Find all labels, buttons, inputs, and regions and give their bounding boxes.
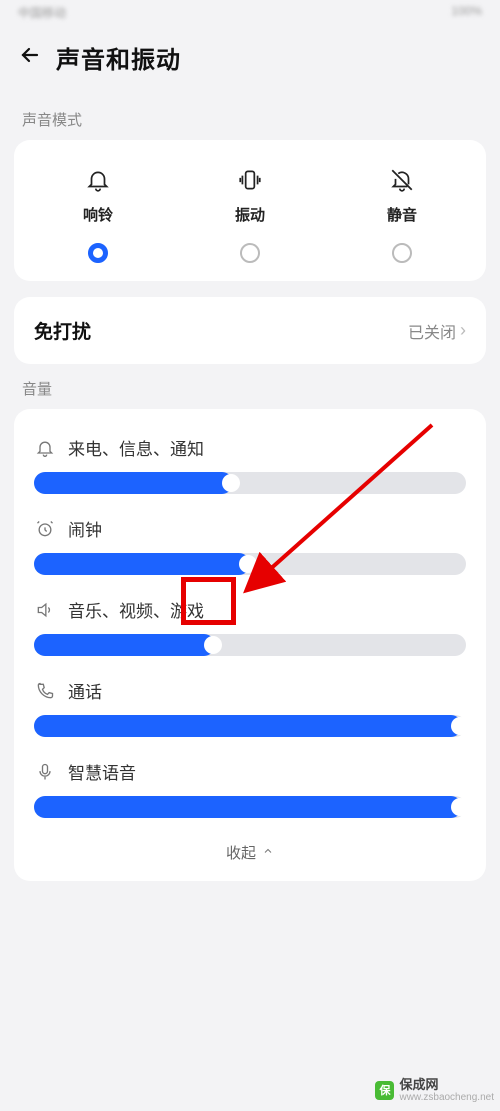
radio-vibrate[interactable] <box>240 243 260 263</box>
volume-label-call: 通话 <box>68 678 102 703</box>
slider-ringtone[interactable] <box>34 472 466 494</box>
volume-row-ringtone: 来电、信息、通知 <box>34 417 466 498</box>
status-right: 100% <box>451 4 482 24</box>
watermark-url: www.zsbaocheng.net <box>399 1092 494 1103</box>
mode-item-vibrate[interactable]: 振动 <box>174 166 326 263</box>
slider-voice[interactable] <box>34 796 466 818</box>
watermark: 保 保成网 www.zsbaocheng.net <box>375 1078 494 1103</box>
mode-item-ring[interactable]: 响铃 <box>22 166 174 263</box>
mode-label-mute: 静音 <box>387 204 417 225</box>
dnd-title: 免打扰 <box>34 317 91 344</box>
volume-row-voice: 智慧语音 <box>34 741 466 822</box>
dnd-status: 已关闭 <box>408 319 456 343</box>
mode-label-vibrate: 振动 <box>235 204 265 225</box>
page-title: 声音和振动 <box>56 40 181 75</box>
radio-ring[interactable] <box>88 243 108 263</box>
watermark-brand: 保成网 <box>399 1078 494 1092</box>
annotation-highlight-box <box>181 577 236 625</box>
bell-outline-icon <box>34 438 56 458</box>
watermark-badge-icon: 保 <box>375 1081 394 1100</box>
status-bar: 中国移动 100% <box>0 0 500 28</box>
volume-card: 来电、信息、通知 闹钟 音乐、视频、游戏 <box>14 409 486 881</box>
back-icon[interactable] <box>18 43 42 72</box>
mic-icon <box>34 762 56 782</box>
slider-media[interactable] <box>34 634 466 656</box>
volume-row-call: 通话 <box>34 660 466 741</box>
volume-section-label: 音量 <box>0 364 500 409</box>
collapse-label: 收起 <box>226 842 256 863</box>
status-left: 中国移动 <box>18 4 66 24</box>
header: 声音和振动 <box>0 28 500 95</box>
chevron-right-icon: › <box>460 320 466 341</box>
chevron-up-icon <box>262 844 274 861</box>
slider-alarm[interactable] <box>34 553 466 575</box>
speaker-icon <box>34 600 56 620</box>
mode-label-ring: 响铃 <box>83 204 113 225</box>
sound-mode-card: 响铃 振动 静音 <box>14 140 486 281</box>
collapse-row[interactable]: 收起 <box>34 822 466 875</box>
volume-row-media: 音乐、视频、游戏 <box>34 579 466 660</box>
volume-label-voice: 智慧语音 <box>68 759 136 784</box>
dnd-row[interactable]: 免打扰 已关闭 › <box>14 297 486 364</box>
alarm-icon <box>34 519 56 539</box>
bell-icon <box>84 166 112 194</box>
phone-icon <box>34 681 56 701</box>
sound-mode-section-label: 声音模式 <box>0 95 500 140</box>
volume-row-alarm: 闹钟 <box>34 498 466 579</box>
slider-call[interactable] <box>34 715 466 737</box>
volume-label-alarm: 闹钟 <box>68 516 102 541</box>
vibrate-icon <box>236 166 264 194</box>
radio-mute[interactable] <box>392 243 412 263</box>
volume-label-ringtone: 来电、信息、通知 <box>68 435 204 460</box>
bell-off-icon <box>388 166 416 194</box>
mode-item-mute[interactable]: 静音 <box>326 166 478 263</box>
